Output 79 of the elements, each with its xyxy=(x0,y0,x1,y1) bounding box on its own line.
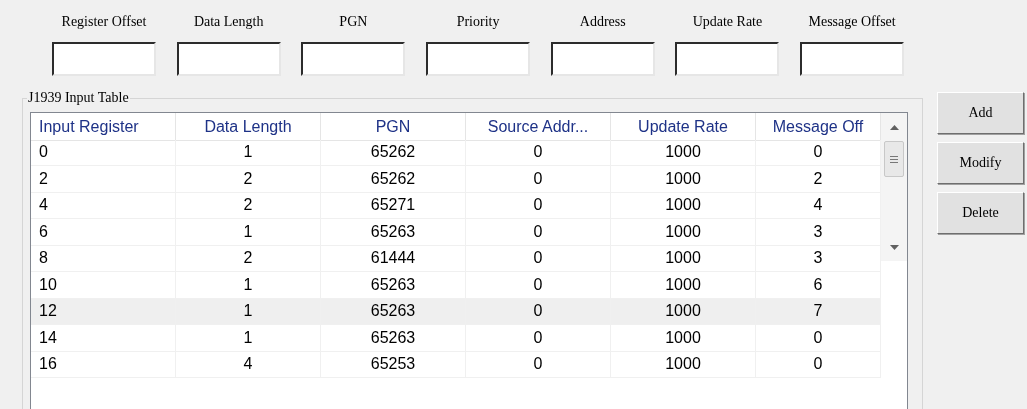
table-cell: 1000 xyxy=(611,245,756,272)
table-cell: 0 xyxy=(466,298,611,325)
table-cell: 1000 xyxy=(611,325,756,352)
table-cell: 65253 xyxy=(321,351,466,378)
table-cell: 1000 xyxy=(611,272,756,299)
scroll-thumb[interactable] xyxy=(884,141,904,177)
table-cell: 1 xyxy=(176,219,321,246)
table-cell: 3 xyxy=(756,245,881,272)
input-field[interactable] xyxy=(301,42,406,76)
field-label: PGN xyxy=(339,13,368,31)
column-header[interactable]: Input Register xyxy=(31,113,176,141)
table-cell: 10 xyxy=(31,272,176,299)
column-header[interactable]: Update Rate xyxy=(611,113,756,141)
field-label: Message Offset xyxy=(808,13,896,31)
column-header[interactable]: Message Off xyxy=(756,113,881,141)
table-cell: 4 xyxy=(176,351,321,378)
input-field[interactable] xyxy=(675,42,780,76)
table-cell: 0 xyxy=(466,166,611,193)
action-button[interactable]: Modify xyxy=(937,142,1024,184)
table-cell: 0 xyxy=(756,351,881,378)
table-cell: 1 xyxy=(176,272,321,299)
table-cell: 1 xyxy=(176,139,321,166)
table-cell: 2 xyxy=(176,166,321,193)
field-label: Address xyxy=(579,13,626,31)
input-field[interactable] xyxy=(426,42,531,76)
column-header[interactable]: Data Length xyxy=(176,113,321,141)
input-field[interactable] xyxy=(550,42,655,76)
table-cell: 7 xyxy=(756,298,881,325)
table-cell: 65263 xyxy=(321,298,466,325)
table-cell: 1 xyxy=(176,298,321,325)
table-cell: 2 xyxy=(31,166,176,193)
table-cell: 0 xyxy=(31,139,176,166)
action-button[interactable]: Delete xyxy=(937,192,1024,234)
table-cell: 1000 xyxy=(611,139,756,166)
table-cell: 65271 xyxy=(321,192,466,219)
field-label: Register Offset xyxy=(61,13,147,31)
field-label: Update Rate xyxy=(692,13,763,31)
input-field[interactable] xyxy=(800,42,905,76)
table-cell: 1000 xyxy=(611,298,756,325)
table-cell: 2 xyxy=(176,192,321,219)
table-cell: 0 xyxy=(466,351,611,378)
table-cell: 0 xyxy=(466,325,611,352)
table-cell: 14 xyxy=(31,325,176,352)
table-cell: 2 xyxy=(176,245,321,272)
table-cell: 0 xyxy=(466,139,611,166)
table-cell: 1000 xyxy=(611,192,756,219)
group-title: J1939 Input Table xyxy=(27,90,130,106)
table-cell: 0 xyxy=(466,245,611,272)
input-field[interactable] xyxy=(176,42,281,76)
input-field[interactable] xyxy=(52,42,156,76)
field-label: Data Length xyxy=(193,13,264,31)
table-cell: 65263 xyxy=(321,272,466,299)
scroll-down-icon[interactable] xyxy=(889,244,899,250)
table-cell: 1000 xyxy=(611,351,756,378)
table-cell: 65263 xyxy=(321,325,466,352)
table-cell: 6 xyxy=(31,219,176,246)
table-cell: 16 xyxy=(31,351,176,378)
column-header[interactable]: PGN xyxy=(321,113,466,141)
table-cell: 65262 xyxy=(321,139,466,166)
grip-icon xyxy=(890,155,898,163)
table-cell: 6 xyxy=(756,272,881,299)
table-cell: 1000 xyxy=(611,219,756,246)
scrollbar[interactable] xyxy=(881,113,907,261)
table-cell: 0 xyxy=(466,272,611,299)
table-cell: 65263 xyxy=(321,219,466,246)
scroll-up-icon[interactable] xyxy=(889,124,899,130)
table-cell: 8 xyxy=(31,245,176,272)
table-cell: 0 xyxy=(466,219,611,246)
table-cell: 0 xyxy=(756,325,881,352)
table-cell: 0 xyxy=(466,192,611,219)
table-cell: 4 xyxy=(31,192,176,219)
action-button[interactable]: Add xyxy=(937,92,1024,134)
table-cell: 61444 xyxy=(321,245,466,272)
column-header[interactable]: Source Addr... xyxy=(466,113,611,141)
table-cell: 1 xyxy=(176,325,321,352)
table-cell: 12 xyxy=(31,298,176,325)
table-cell: 65262 xyxy=(321,166,466,193)
table-cell: 1000 xyxy=(611,166,756,193)
field-label: Priority xyxy=(456,13,500,31)
